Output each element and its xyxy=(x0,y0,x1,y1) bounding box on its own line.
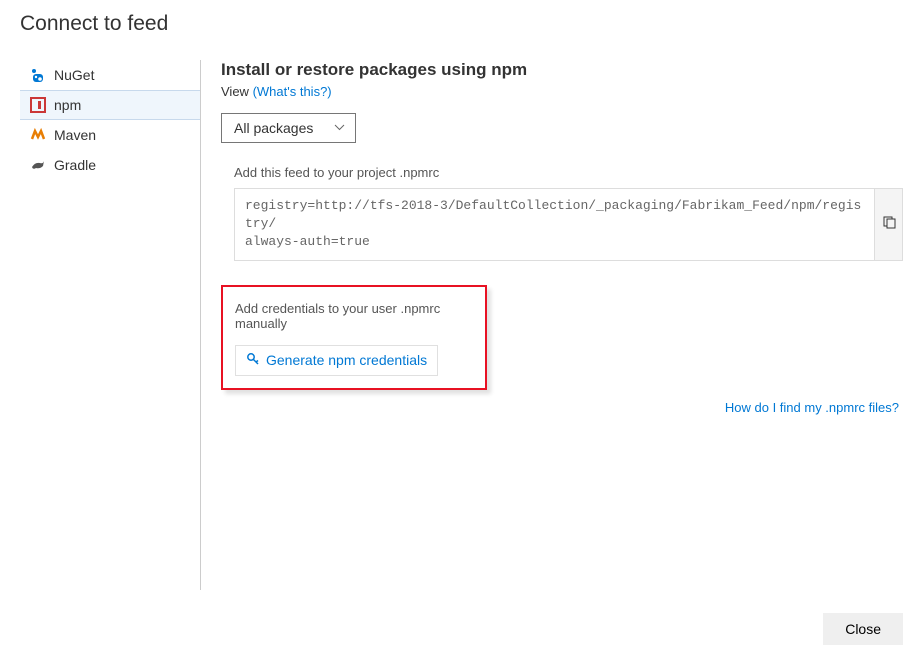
find-npmrc-link[interactable]: How do I find my .npmrc files? xyxy=(221,400,903,415)
sidebar-item-gradle[interactable]: Gradle xyxy=(20,150,200,180)
footer: Close xyxy=(823,613,903,645)
gradle-icon xyxy=(30,157,46,173)
dropdown-value: All packages xyxy=(234,120,313,136)
key-icon xyxy=(246,352,260,369)
content-heading: Install or restore packages using npm xyxy=(221,60,903,80)
code-block-container: registry=http://tfs-2018-3/DefaultCollec… xyxy=(234,188,903,261)
sidebar-item-npm[interactable]: npm xyxy=(20,90,200,120)
copy-button[interactable] xyxy=(875,188,903,261)
main-container: NuGet npm Maven Gradle Install or restor… xyxy=(0,60,923,590)
view-row: View (What's this?) xyxy=(221,84,903,99)
copy-icon xyxy=(882,215,896,234)
packages-dropdown[interactable]: All packages xyxy=(221,113,356,143)
close-button[interactable]: Close xyxy=(823,613,903,645)
sidebar-item-label: npm xyxy=(54,97,81,113)
generate-credentials-button[interactable]: Generate npm credentials xyxy=(235,345,438,376)
maven-icon xyxy=(30,127,46,143)
whats-this-link[interactable]: (What's this?) xyxy=(253,84,332,99)
sidebar-item-nuget[interactable]: NuGet xyxy=(20,60,200,90)
npm-icon xyxy=(30,97,46,113)
sidebar: NuGet npm Maven Gradle xyxy=(20,60,200,590)
view-label: View xyxy=(221,84,249,99)
sidebar-item-label: NuGet xyxy=(54,67,94,83)
content-panel: Install or restore packages using npm Vi… xyxy=(200,60,903,590)
generate-credentials-label: Generate npm credentials xyxy=(266,352,427,368)
sidebar-item-label: Gradle xyxy=(54,157,96,173)
step2-instruction: Add credentials to your user .npmrc manu… xyxy=(235,301,473,331)
sidebar-item-label: Maven xyxy=(54,127,96,143)
npmrc-code-block: registry=http://tfs-2018-3/DefaultCollec… xyxy=(234,188,875,261)
chevron-down-icon xyxy=(334,123,345,134)
nuget-icon xyxy=(30,67,46,83)
sidebar-item-maven[interactable]: Maven xyxy=(20,120,200,150)
step1-instruction: Add this feed to your project .npmrc xyxy=(234,165,903,180)
credentials-highlight-box: Add credentials to your user .npmrc manu… xyxy=(221,285,487,390)
dialog-title: Connect to feed xyxy=(0,0,923,60)
